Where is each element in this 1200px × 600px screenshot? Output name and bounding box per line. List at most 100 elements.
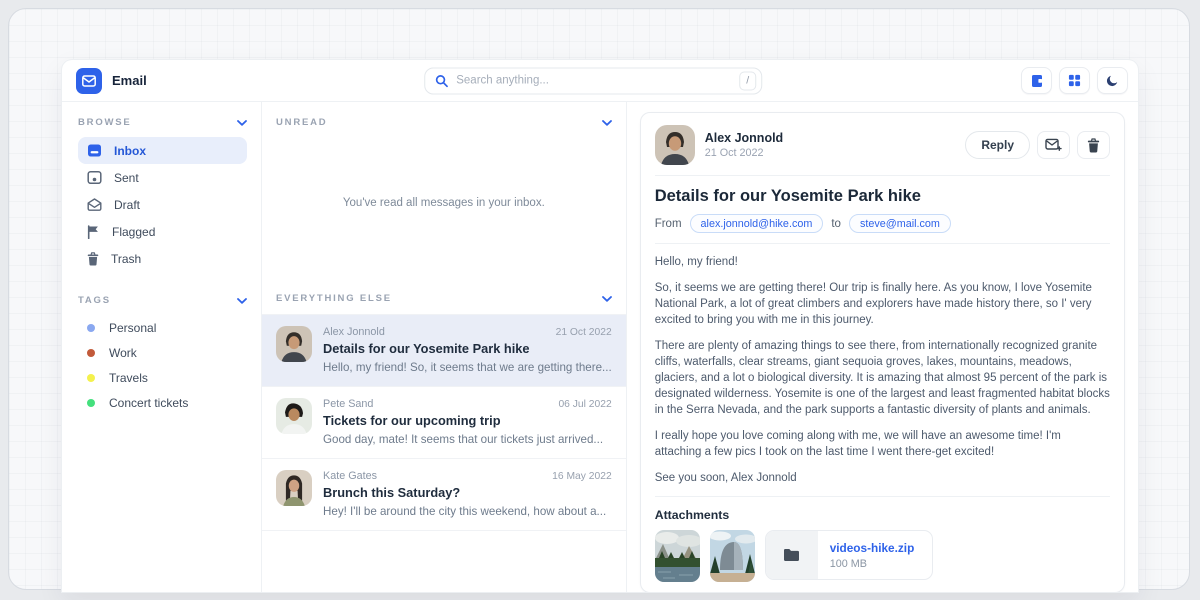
chevron-down-icon[interactable] bbox=[237, 120, 247, 126]
sidebar-item-sent[interactable]: Sent bbox=[78, 164, 247, 191]
tag-color-dot bbox=[87, 349, 95, 357]
to-email-pill[interactable]: steve@mail.com bbox=[849, 214, 951, 233]
attachment-file-card[interactable]: videos-hike.zip 100 MB bbox=[765, 530, 934, 580]
unread-empty-state: You've read all messages in your inbox. bbox=[262, 128, 626, 278]
email-list-item[interactable]: Pete Sand 06 Jul 2022 Tickets for our up… bbox=[262, 387, 626, 459]
sidebar-item-trash[interactable]: Trash bbox=[78, 245, 247, 272]
sidebar-item-inbox[interactable]: Inbox bbox=[78, 137, 247, 164]
detail-subject: Details for our Yosemite Park hike bbox=[655, 187, 1110, 206]
divider bbox=[655, 175, 1110, 176]
tag-item-work[interactable]: Work bbox=[78, 340, 247, 365]
apps-grid-button[interactable] bbox=[1059, 67, 1090, 94]
email-list: Alex Jonnold 21 Oct 2022 Details for our… bbox=[262, 314, 626, 531]
body-paragraph: There are plenty of amazing things to se… bbox=[655, 338, 1110, 418]
email-preview: Good day, mate! It seems that our ticket… bbox=[323, 433, 612, 446]
file-icon-area bbox=[766, 531, 818, 579]
attachment-image-yosemite-valley[interactable] bbox=[655, 530, 700, 582]
attachment-image-half-dome[interactable] bbox=[710, 530, 755, 582]
avatar bbox=[276, 398, 312, 434]
trash-icon bbox=[1087, 138, 1100, 153]
tag-color-dot bbox=[87, 324, 95, 332]
delete-button[interactable] bbox=[1077, 131, 1110, 159]
email-list-item[interactable]: Kate Gates 16 May 2022 Brunch this Satur… bbox=[262, 459, 626, 531]
sent-icon bbox=[87, 170, 102, 185]
chevron-down-icon[interactable] bbox=[602, 120, 612, 126]
tag-item-personal[interactable]: Personal bbox=[78, 315, 247, 340]
from-email-pill[interactable]: alex.jonnold@hike.com bbox=[690, 214, 824, 233]
tags-label: TAGS bbox=[78, 295, 111, 306]
tag-label: Personal bbox=[109, 321, 156, 335]
divider bbox=[655, 243, 1110, 244]
dark-mode-toggle[interactable] bbox=[1097, 67, 1128, 94]
email-logo-icon bbox=[76, 68, 102, 94]
email-subject: Brunch this Saturday? bbox=[323, 485, 612, 500]
unread-section-header: UNREAD bbox=[262, 102, 626, 128]
email-detail-card: Alex Jonnold 21 Oct 2022 Reply bbox=[640, 112, 1125, 592]
attachments-label: Attachments bbox=[655, 508, 1110, 522]
attachments-row: videos-hike.zip 100 MB bbox=[655, 530, 1110, 582]
tag-label: Concert tickets bbox=[109, 396, 188, 410]
email-subject: Details for our Yosemite Park hike bbox=[323, 341, 612, 356]
search-icon bbox=[435, 74, 448, 87]
email-body: Hello, my friend! So, it seems we are ge… bbox=[655, 254, 1110, 486]
email-summary: Pete Sand 06 Jul 2022 Tickets for our up… bbox=[323, 398, 612, 458]
compose-button[interactable] bbox=[1037, 131, 1070, 159]
email-date: 21 Oct 2022 bbox=[556, 327, 612, 338]
divider bbox=[655, 496, 1110, 497]
sidebar-item-flagged[interactable]: Flagged bbox=[78, 218, 247, 245]
search-input[interactable]: Search anything... / bbox=[424, 67, 762, 94]
envelope-plus-icon bbox=[1045, 138, 1062, 152]
top-bar: Email Search anything... / bbox=[62, 60, 1138, 102]
sender-identity: Alex Jonnold 21 Oct 2022 bbox=[705, 131, 783, 159]
everything-else-label: EVERYTHING ELSE bbox=[276, 293, 392, 304]
email-sender: Pete Sand bbox=[323, 398, 373, 410]
everything-else-section-header: EVERYTHING ELSE bbox=[262, 278, 626, 304]
sidebar-item-label: Sent bbox=[114, 171, 139, 185]
to-label: to bbox=[831, 218, 841, 230]
detail-header: Alex Jonnold 21 Oct 2022 Reply bbox=[655, 125, 1110, 165]
tag-item-travels[interactable]: Travels bbox=[78, 365, 247, 390]
file-size: 100 MB bbox=[830, 558, 915, 570]
email-summary: Kate Gates 16 May 2022 Brunch this Satur… bbox=[323, 470, 612, 530]
top-actions bbox=[1021, 67, 1128, 94]
tags-nav: Personal Work Travels Concert tickets bbox=[78, 315, 247, 415]
tag-label: Travels bbox=[109, 371, 148, 385]
file-meta: videos-hike.zip 100 MB bbox=[818, 541, 933, 570]
sidebar-item-label: Draft bbox=[114, 198, 140, 212]
flag-icon bbox=[87, 225, 100, 239]
tag-label: Work bbox=[109, 346, 137, 360]
trash-icon bbox=[87, 252, 99, 266]
browse-label: BROWSE bbox=[78, 117, 132, 128]
tag-color-dot bbox=[87, 399, 95, 407]
email-sender: Alex Jonnold bbox=[323, 326, 385, 338]
email-detail-column: Alex Jonnold 21 Oct 2022 Reply bbox=[627, 102, 1138, 592]
email-list-item[interactable]: Alex Jonnold 21 Oct 2022 Details for our… bbox=[262, 315, 626, 387]
page-background: Email Search anything... / bbox=[0, 0, 1200, 600]
chevron-down-icon[interactable] bbox=[602, 296, 612, 302]
detail-sender-name: Alex Jonnold bbox=[705, 131, 783, 145]
browse-section-header: BROWSE bbox=[78, 117, 247, 128]
contacts-button[interactable] bbox=[1021, 67, 1052, 94]
email-date: 06 Jul 2022 bbox=[558, 399, 611, 410]
sidebar: BROWSE Inbox bbox=[62, 102, 262, 592]
message-list-column: UNREAD You've read all messages in your … bbox=[262, 102, 627, 592]
reply-button[interactable]: Reply bbox=[965, 131, 1030, 159]
tag-item-concert-tickets[interactable]: Concert tickets bbox=[78, 390, 247, 415]
email-preview: Hey! I'll be around the city this weeken… bbox=[323, 505, 612, 518]
sidebar-item-draft[interactable]: Draft bbox=[78, 191, 247, 218]
email-subject: Tickets for our upcoming trip bbox=[323, 413, 612, 428]
body-paragraph: So, it seems we are getting there! Our t… bbox=[655, 280, 1110, 328]
sidebar-item-label: Inbox bbox=[114, 144, 146, 158]
search-placeholder: Search anything... bbox=[456, 75, 731, 87]
inbox-icon bbox=[87, 143, 102, 158]
tag-color-dot bbox=[87, 374, 95, 382]
folder-icon bbox=[783, 548, 800, 562]
tags-section-header: TAGS bbox=[78, 295, 247, 306]
email-summary: Alex Jonnold 21 Oct 2022 Details for our… bbox=[323, 326, 612, 386]
brand: Email bbox=[76, 68, 147, 94]
chevron-down-icon[interactable] bbox=[237, 298, 247, 304]
avatar bbox=[655, 125, 695, 165]
sidebar-item-label: Flagged bbox=[112, 225, 155, 239]
email-date: 16 May 2022 bbox=[552, 471, 612, 482]
detail-actions: Reply bbox=[965, 131, 1110, 159]
